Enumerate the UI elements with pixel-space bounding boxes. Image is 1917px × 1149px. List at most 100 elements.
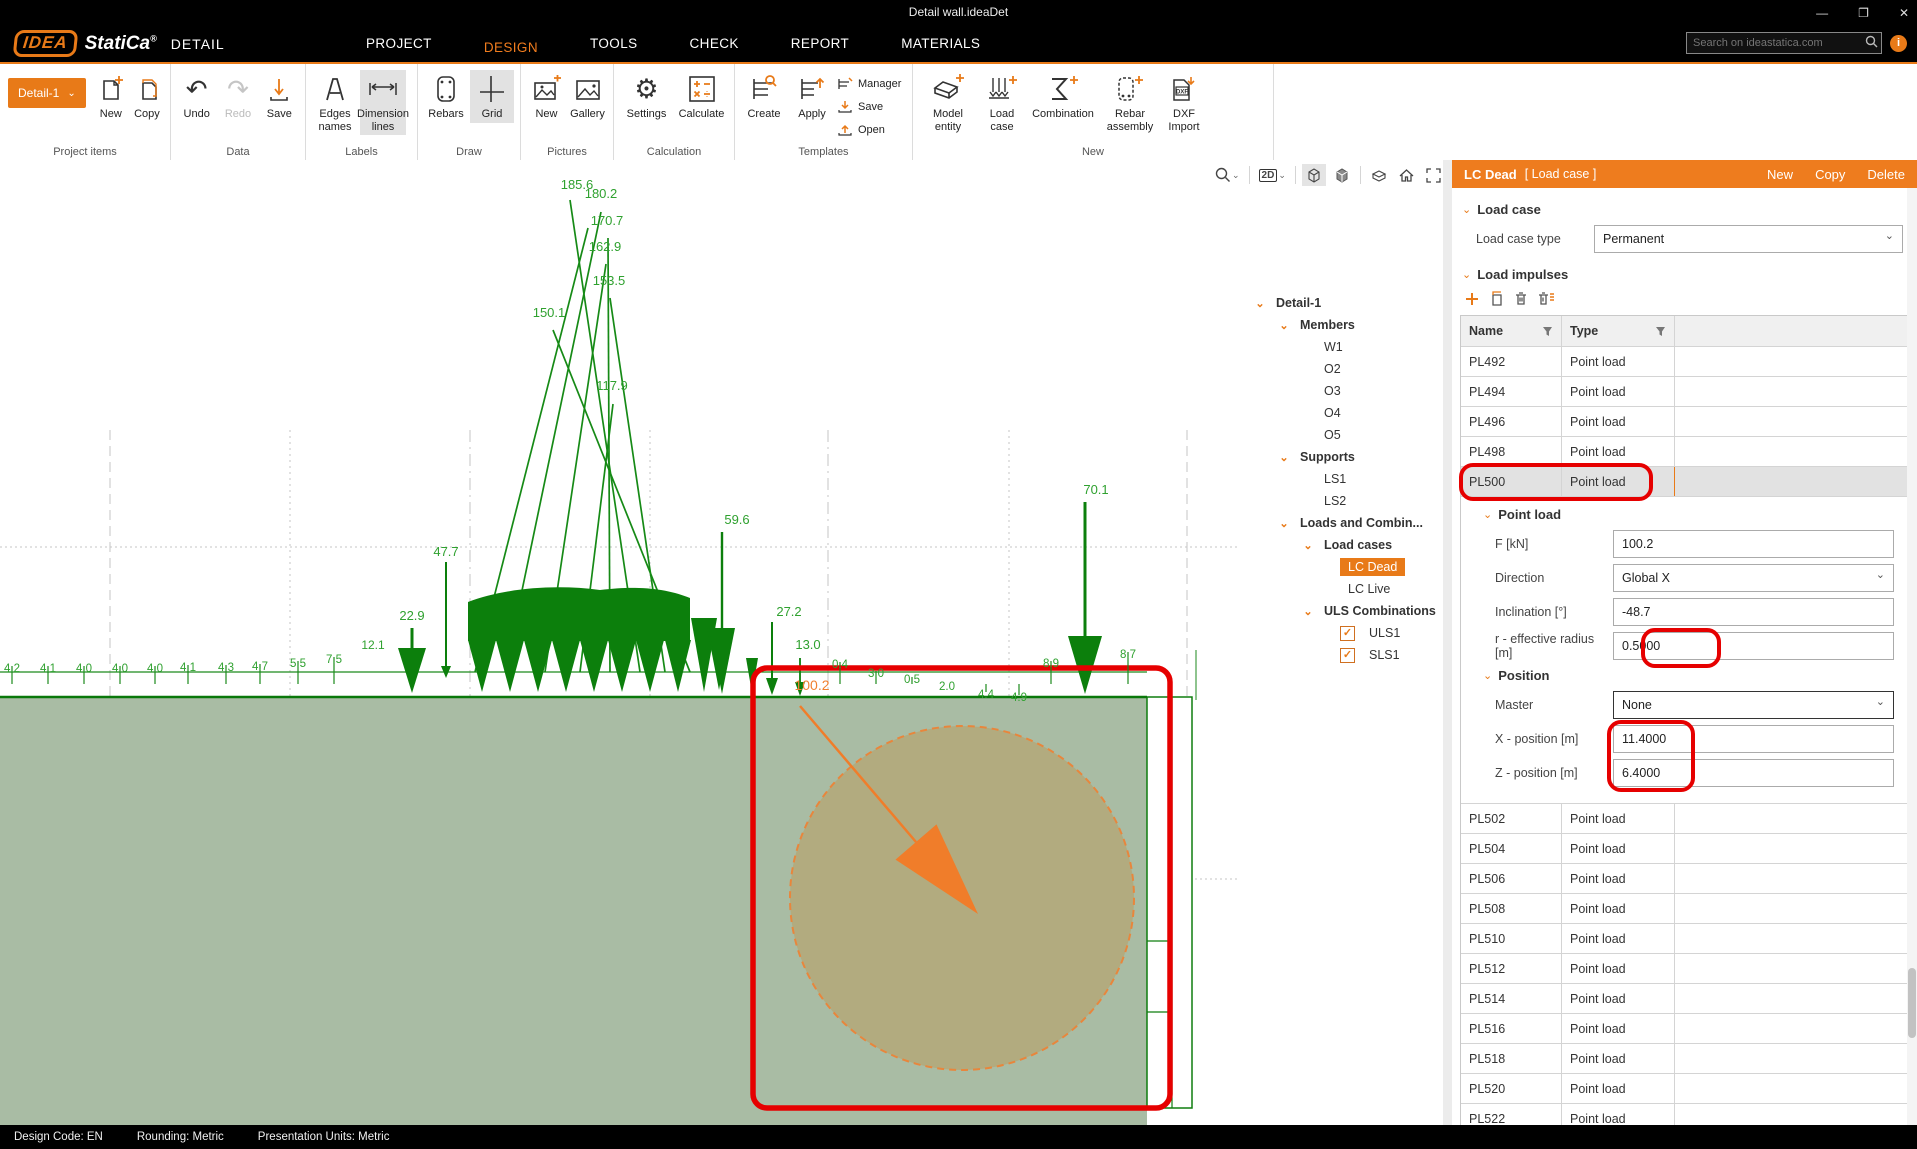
load-case-type-select[interactable]: Permanent <box>1594 225 1903 253</box>
x-position-input[interactable]: 11.4000 <box>1613 725 1894 753</box>
panel-splitter[interactable] <box>1443 160 1452 1125</box>
tree-item-lc-live[interactable]: LC Live <box>1252 578 1447 600</box>
template-save-button[interactable]: Save <box>837 97 901 117</box>
panel-scrollbar[interactable] <box>1907 188 1917 1125</box>
table-row[interactable]: PL522Point load <box>1461 1104 1908 1125</box>
dimension-lines-button[interactable]: Dimension lines <box>360 70 406 135</box>
table-row-selected[interactable]: PL500 Point load <box>1461 467 1908 497</box>
delete-all-impulses-button[interactable] <box>1537 290 1555 307</box>
master-select[interactable]: None <box>1613 691 1894 719</box>
direction-select[interactable]: Global X <box>1613 564 1894 592</box>
z-position-input[interactable]: 6.4000 <box>1613 759 1894 787</box>
section-position[interactable]: ⌄Position <box>1483 668 1908 683</box>
tree-item-o2[interactable]: O2 <box>1252 358 1447 380</box>
tree-item-supports[interactable]: ⌄Supports <box>1252 446 1447 468</box>
checkbox-sls1[interactable]: ✓ <box>1340 648 1355 663</box>
load-case-button[interactable]: Load case <box>979 70 1025 135</box>
model-entity-button[interactable]: Model entity <box>919 70 977 135</box>
filter-icon[interactable] <box>1655 326 1666 337</box>
edges-names-button[interactable]: Edges names <box>312 70 358 135</box>
close-button[interactable]: ✕ <box>1899 6 1909 20</box>
section-load-impulses[interactable]: ⌄Load impulses <box>1462 267 1917 282</box>
tree-item-sls1[interactable]: ✓SLS1 <box>1252 644 1447 666</box>
tree-item-detail-1[interactable]: ⌄Detail-1 <box>1252 292 1447 314</box>
rebar-assembly-button[interactable]: Rebar assembly <box>1101 70 1159 135</box>
search-input[interactable] <box>1686 32 1882 54</box>
table-row[interactable]: PL510Point load <box>1461 924 1908 954</box>
template-create-button[interactable]: Create <box>741 70 787 123</box>
table-row[interactable]: PL502Point load <box>1461 804 1908 834</box>
tree-item-load-cases[interactable]: ⌄Load cases <box>1252 534 1447 556</box>
fit-view-button[interactable] <box>1422 165 1445 186</box>
axonometry-wire-button[interactable] <box>1302 164 1326 186</box>
axonometry-solid-button[interactable] <box>1330 164 1354 186</box>
tab-materials[interactable]: MATERIALS <box>875 26 1006 60</box>
force-input[interactable]: 100.2 <box>1613 530 1894 558</box>
table-row[interactable]: PL498Point load <box>1461 437 1908 467</box>
table-row[interactable]: PL504Point load <box>1461 834 1908 864</box>
panel-copy-button[interactable]: Copy <box>1815 167 1845 182</box>
tab-tools[interactable]: TOOLS <box>564 26 664 60</box>
tree-item-uls1[interactable]: ✓ULS1 <box>1252 622 1447 644</box>
tab-report[interactable]: REPORT <box>765 26 875 60</box>
settings-button[interactable]: ⚙ Settings <box>620 70 673 123</box>
panel-delete-button[interactable]: Delete <box>1867 167 1905 182</box>
tree-item-o3[interactable]: O3 <box>1252 380 1447 402</box>
table-row[interactable]: PL506Point load <box>1461 864 1908 894</box>
detail-canvas[interactable]: 185.6180.2170.7162.9153.5150.1117.947.72… <box>0 160 1443 1125</box>
table-row[interactable]: PL494Point load <box>1461 377 1908 407</box>
tree-item-loads-and-combin-[interactable]: ⌄Loads and Combin... <box>1252 512 1447 534</box>
table-row[interactable]: PL512Point load <box>1461 954 1908 984</box>
template-open-button[interactable]: Open <box>837 120 901 140</box>
search-icon[interactable] <box>1865 35 1878 48</box>
radius-input[interactable]: 0.5000 <box>1613 632 1894 660</box>
section-point-load[interactable]: ⌄Point load <box>1483 507 1908 522</box>
redo-button[interactable]: ↷ Redo <box>218 70 257 123</box>
undo-button[interactable]: ↶ Undo <box>177 70 216 123</box>
restore-button[interactable]: ❐ <box>1858 6 1869 20</box>
tab-design[interactable]: DESIGN <box>458 26 564 68</box>
view-mode-button[interactable]: 2D ⌄ <box>1256 167 1289 184</box>
checkbox-uls1[interactable]: ✓ <box>1340 626 1355 641</box>
table-row[interactable]: PL516Point load <box>1461 1014 1908 1044</box>
rebars-button[interactable]: Rebars <box>424 70 468 123</box>
calculate-button[interactable]: Calculate <box>675 70 728 123</box>
table-row[interactable]: PL496Point load <box>1461 407 1908 437</box>
tree-item-ls1[interactable]: LS1 <box>1252 468 1447 490</box>
tree-item-members[interactable]: ⌄Members <box>1252 314 1447 336</box>
combination-button[interactable]: Combination <box>1027 70 1099 123</box>
template-apply-button[interactable]: Apply <box>789 70 835 123</box>
detail-selector-button[interactable]: Detail-1⌄ <box>8 78 86 108</box>
project-new-button[interactable]: New <box>94 70 128 123</box>
tree-item-o5[interactable]: O5 <box>1252 424 1447 446</box>
panel-new-button[interactable]: New <box>1767 167 1793 182</box>
gallery-button[interactable]: Gallery <box>568 70 607 123</box>
zoom-tool-button[interactable]: ⌄ <box>1212 165 1243 185</box>
chevron-down-icon[interactable]: ⌄ <box>1300 605 1316 618</box>
tree-item-ls2[interactable]: LS2 <box>1252 490 1447 512</box>
chevron-down-icon[interactable]: ⌄ <box>1252 297 1268 310</box>
clipping-box-button[interactable] <box>1367 164 1391 186</box>
filter-icon[interactable] <box>1542 326 1553 337</box>
tab-check[interactable]: CHECK <box>664 26 765 60</box>
table-row[interactable]: PL508Point load <box>1461 894 1908 924</box>
minimize-button[interactable]: — <box>1816 6 1828 20</box>
chevron-down-icon[interactable]: ⌄ <box>1276 319 1292 332</box>
tree-item-lc-dead[interactable]: LC Dead <box>1252 556 1447 578</box>
dxf-import-button[interactable]: DXF DXF Import <box>1161 70 1207 135</box>
tab-project[interactable]: PROJECT <box>340 26 458 60</box>
home-view-button[interactable] <box>1395 165 1418 186</box>
grid-button[interactable]: Grid <box>470 70 514 123</box>
section-load-case[interactable]: ⌄Load case <box>1462 202 1917 217</box>
template-manager-button[interactable]: Manager <box>837 74 901 94</box>
delete-impulse-button[interactable] <box>1513 290 1529 307</box>
add-impulse-button[interactable] <box>1464 291 1480 307</box>
tree-item-w1[interactable]: W1 <box>1252 336 1447 358</box>
save-button[interactable]: Save <box>260 70 299 123</box>
tree-item-uls-combinations[interactable]: ⌄ULS Combinations <box>1252 600 1447 622</box>
inclination-input[interactable]: -48.7 <box>1613 598 1894 626</box>
table-row[interactable]: PL492Point load <box>1461 347 1908 377</box>
user-help-icon[interactable]: i <box>1890 35 1907 52</box>
picture-new-button[interactable]: New <box>527 70 566 123</box>
chevron-down-icon[interactable]: ⌄ <box>1276 451 1292 464</box>
